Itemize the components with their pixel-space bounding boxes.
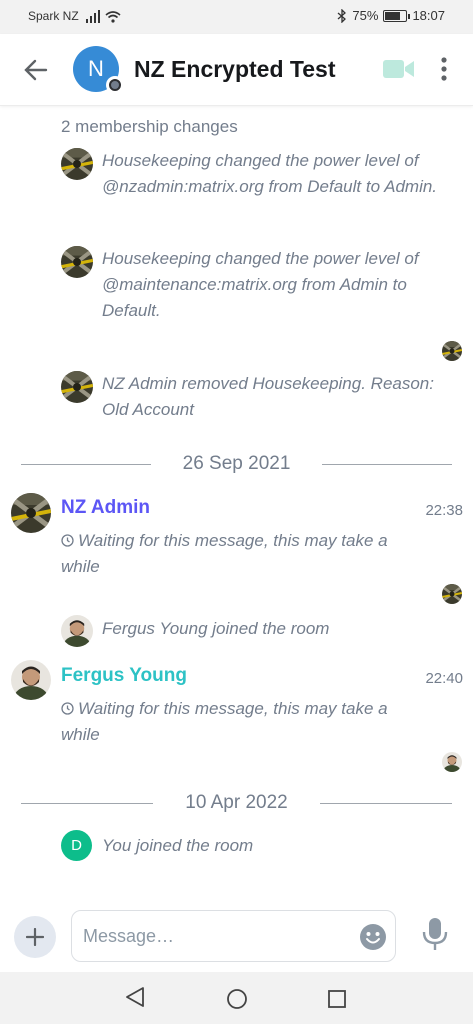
composer: Message… xyxy=(0,904,473,972)
square-recents-icon[interactable] xyxy=(327,989,347,1009)
more-vertical-icon xyxy=(441,57,447,81)
date-separator: 26 Sep 2021 xyxy=(21,452,453,476)
room-menu-button[interactable] xyxy=(438,56,450,82)
shield-icon xyxy=(106,76,124,94)
microphone-icon xyxy=(422,918,448,950)
back-button[interactable] xyxy=(22,56,50,84)
voice-message-button[interactable] xyxy=(420,916,450,952)
waiting-text: Waiting for this message, this may take … xyxy=(61,531,388,576)
message-placeholder: Message… xyxy=(83,926,175,946)
avatar[interactable]: D xyxy=(61,830,92,861)
read-receipt-avatar[interactable] xyxy=(442,341,462,361)
video-call-button[interactable] xyxy=(383,58,415,80)
state-event-text: Housekeeping changed the power level of … xyxy=(102,249,419,320)
battery-percent: 75% xyxy=(352,8,379,23)
message-input[interactable]: Message… xyxy=(71,910,396,962)
state-event-text: Housekeeping changed the power level of … xyxy=(102,151,438,196)
clock-icon xyxy=(61,702,74,715)
room-header: N NZ Encrypted Test xyxy=(0,34,473,106)
state-event-text: NZ Admin removed Housekeeping. Reason: O… xyxy=(102,374,434,419)
plus-icon xyxy=(26,928,44,946)
date-separator: 10 Apr 2022 xyxy=(21,791,453,815)
room-name[interactable]: NZ Encrypted Test xyxy=(134,56,336,83)
avatar[interactable] xyxy=(61,615,93,647)
timeline[interactable]: 2 membership changes Housekeeping change… xyxy=(0,106,473,904)
read-receipt-avatar[interactable] xyxy=(442,752,462,772)
sender-name[interactable]: Fergus Young xyxy=(61,665,187,687)
signal-wifi-icon xyxy=(86,10,121,23)
state-event-text: Fergus Young joined the room xyxy=(102,619,330,638)
status-bar: Spark NZ 75% 18:07 xyxy=(0,0,473,34)
triangle-back-icon[interactable] xyxy=(124,986,146,1008)
membership-summary[interactable]: 2 membership changes xyxy=(61,117,238,137)
avatar[interactable] xyxy=(61,246,93,278)
sender-avatar[interactable] xyxy=(11,493,51,533)
message-timestamp: 22:38 xyxy=(425,502,463,519)
clock-icon xyxy=(61,534,74,547)
read-receipt-avatar[interactable] xyxy=(442,584,462,604)
emoji-button[interactable] xyxy=(359,923,387,951)
message-timestamp: 22:40 xyxy=(425,670,463,687)
clock: 18:07 xyxy=(412,8,445,23)
emoji-icon xyxy=(360,924,386,950)
avatar[interactable] xyxy=(61,148,93,180)
date-label: 26 Sep 2021 xyxy=(182,453,291,474)
bluetooth-icon xyxy=(337,8,347,23)
sender-avatar[interactable] xyxy=(11,660,51,700)
battery-icon xyxy=(383,9,411,22)
add-attachment-button[interactable] xyxy=(14,916,56,958)
arrow-left-icon xyxy=(24,59,48,81)
message-body[interactable]: Waiting for this message, this may take … xyxy=(61,528,411,580)
message-body[interactable]: Waiting for this message, this may take … xyxy=(61,696,411,748)
circle-home-icon[interactable] xyxy=(226,988,248,1010)
sender-name[interactable]: NZ Admin xyxy=(61,497,150,519)
avatar[interactable] xyxy=(61,371,93,403)
navigation-bar xyxy=(0,972,473,1024)
state-event-text: You joined the room xyxy=(102,836,254,855)
date-label: 10 Apr 2022 xyxy=(185,792,288,813)
video-call-icon xyxy=(383,60,414,78)
carrier-name: Spark NZ xyxy=(28,9,79,23)
waiting-text: Waiting for this message, this may take … xyxy=(61,699,388,744)
